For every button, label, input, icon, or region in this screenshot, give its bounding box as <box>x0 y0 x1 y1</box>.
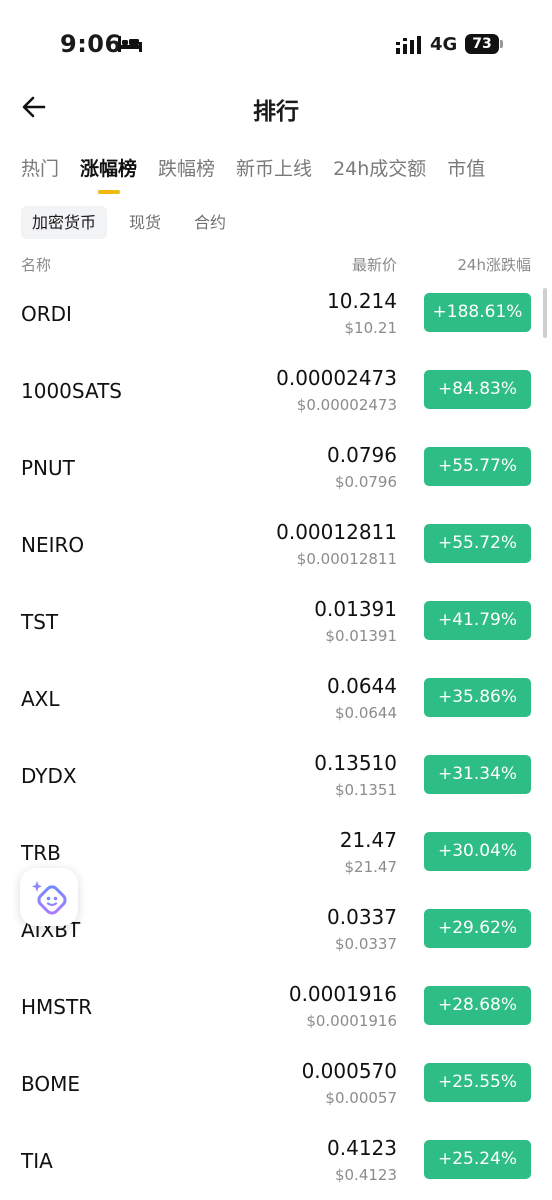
coin-symbol: BOME <box>21 1072 81 1096</box>
last-price: 0.0644 <box>327 674 397 698</box>
change-badge[interactable]: +29.62% <box>424 909 531 948</box>
usd-price: $0.0001916 <box>306 1012 397 1030</box>
signal-icon <box>396 36 421 54</box>
table-row[interactable]: AXL 0.0644 $0.0644 +35.86% <box>0 673 552 750</box>
change-badge[interactable]: +55.72% <box>424 524 531 563</box>
change-badge[interactable]: +188.61% <box>424 293 531 332</box>
last-price: 0.0796 <box>327 443 397 467</box>
last-price: 0.000570 <box>301 1059 397 1083</box>
last-price: 21.47 <box>339 828 397 852</box>
usd-price: $0.00057 <box>325 1089 397 1107</box>
ai-assistant-button[interactable] <box>20 868 78 926</box>
battery-icon: 73 <box>465 34 503 54</box>
table-row[interactable]: NEIRO 0.00012811 $0.00012811 +55.72% <box>0 519 552 596</box>
change-badge[interactable]: +84.83% <box>424 370 531 409</box>
coin-symbol: TST <box>21 610 59 634</box>
last-price: 0.13510 <box>314 751 397 775</box>
tab-losers[interactable]: 跌幅榜 <box>158 154 215 181</box>
change-badge[interactable]: +30.04% <box>424 832 531 871</box>
table-row[interactable]: AIXBT 0.0337 $0.0337 +29.62% <box>0 904 552 981</box>
usd-price: $10.21 <box>344 319 398 337</box>
table-row[interactable]: 1000SATS 0.00002473 $0.00002473 +84.83% <box>0 365 552 442</box>
segment-spot[interactable]: 现货 <box>118 206 172 239</box>
active-tab-indicator <box>97 190 120 194</box>
usd-price: $0.00012811 <box>296 550 397 568</box>
coin-symbol: HMSTR <box>21 995 93 1019</box>
tab-hot[interactable]: 热门 <box>21 154 59 181</box>
change-badge[interactable]: +28.68% <box>424 986 531 1025</box>
usd-price: $0.01391 <box>325 627 397 645</box>
change-badge[interactable]: +55.77% <box>424 447 531 486</box>
battery-level: 73 <box>465 34 499 54</box>
ai-assistant-icon <box>32 881 67 915</box>
market-type-filter: 加密货币 现货 合约 <box>21 206 248 239</box>
column-header-name[interactable]: 名称 <box>21 254 51 275</box>
usd-price: $0.0337 <box>334 935 397 953</box>
usd-price: $0.00002473 <box>296 396 397 414</box>
network-label: 4G <box>430 34 458 55</box>
change-badge[interactable]: +35.86% <box>424 678 531 717</box>
coin-symbol: DYDX <box>21 764 77 788</box>
change-badge[interactable]: +25.24% <box>424 1140 531 1179</box>
coin-symbol: AXL <box>21 687 60 711</box>
usd-price: $0.0644 <box>334 704 397 722</box>
last-price: 0.01391 <box>314 597 397 621</box>
usd-price: $0.4123 <box>334 1166 397 1184</box>
tab-24h-volume[interactable]: 24h成交额 <box>333 154 426 181</box>
back-arrow-icon[interactable] <box>20 92 54 122</box>
coin-symbol: PNUT <box>21 456 75 480</box>
table-row[interactable]: HMSTR 0.0001916 $0.0001916 +28.68% <box>0 981 552 1058</box>
usd-price: $21.47 <box>344 858 398 876</box>
last-price: 10.214 <box>327 289 397 313</box>
tab-new-listings[interactable]: 新币上线 <box>236 154 312 181</box>
change-badge[interactable]: +25.55% <box>424 1063 531 1102</box>
table-row[interactable]: PNUT 0.0796 $0.0796 +55.77% <box>0 442 552 519</box>
status-time: 9:06 <box>60 30 122 58</box>
table-row[interactable]: DYDX 0.13510 $0.1351 +31.34% <box>0 750 552 827</box>
status-bar: 9:06 4G 73 <box>0 0 552 90</box>
change-badge[interactable]: +41.79% <box>424 601 531 640</box>
ranking-tabs: 热门 涨幅榜 跌幅榜 新币上线 24h成交额 市值 <box>21 154 506 194</box>
last-price: 0.0001916 <box>288 982 397 1006</box>
coin-symbol: ORDI <box>21 302 72 326</box>
last-price: 0.00012811 <box>276 520 397 544</box>
column-header-price[interactable]: 最新价 <box>352 254 397 275</box>
table-row[interactable]: BOME 0.000570 $0.00057 +25.55% <box>0 1058 552 1135</box>
segment-crypto[interactable]: 加密货币 <box>21 206 108 239</box>
coin-symbol: 1000SATS <box>21 379 123 403</box>
last-price: 0.00002473 <box>276 366 397 390</box>
column-header-change[interactable]: 24h涨跌幅 <box>457 254 531 275</box>
tab-market-cap[interactable]: 市值 <box>447 154 485 181</box>
coin-symbol: TIA <box>21 1149 53 1173</box>
usd-price: $0.1351 <box>334 781 397 799</box>
tab-gainers[interactable]: 涨幅榜 <box>80 154 137 194</box>
table-row[interactable]: ORDI 10.214 $10.21 +188.61% <box>0 288 552 365</box>
ranking-page: 9:06 4G 73 排行 热门 涨幅榜 跌幅榜 新币上线 24h成交额 市值 … <box>0 0 552 1200</box>
change-badge[interactable]: +31.34% <box>424 755 531 794</box>
bed-icon <box>118 36 142 52</box>
table-row[interactable]: TIA 0.4123 $0.4123 +25.24% <box>0 1135 552 1200</box>
page-title: 排行 <box>253 99 299 125</box>
usd-price: $0.0796 <box>334 473 397 491</box>
coin-symbol: NEIRO <box>21 533 85 557</box>
coin-symbol: TRB <box>21 841 61 865</box>
last-price: 0.4123 <box>327 1136 397 1160</box>
table-row[interactable]: TRB 21.47 $21.47 +30.04% <box>0 827 552 904</box>
segment-futures[interactable]: 合约 <box>183 206 237 239</box>
last-price: 0.0337 <box>327 905 397 929</box>
scrollbar[interactable] <box>543 288 547 338</box>
table-row[interactable]: TST 0.01391 $0.01391 +41.79% <box>0 596 552 673</box>
